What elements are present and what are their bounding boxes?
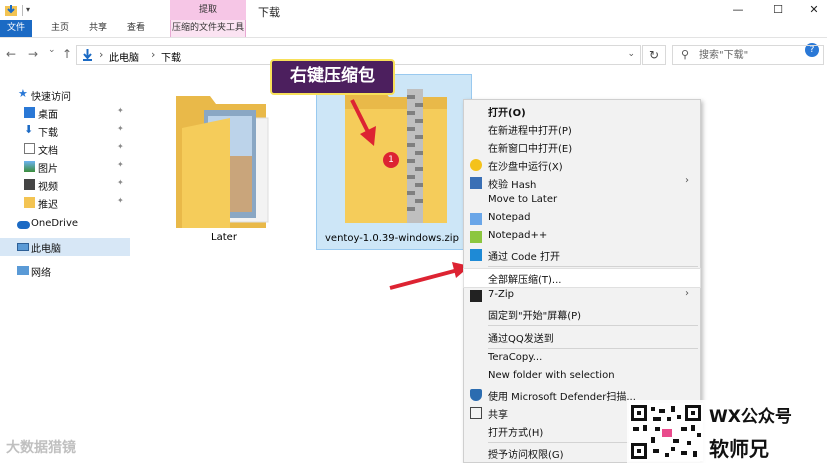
step-marker-1: 1 [383,152,399,168]
menu-separator [488,348,698,349]
menu-item-label: 打开方式(H) [488,428,544,439]
menu-item-label: 全部解压缩(T)... [488,275,562,286]
menu-item-hash[interactable]: 校验 Hash › [464,174,700,192]
menu-separator [488,266,698,267]
menu-item-label: 通过QQ发送到 [488,334,554,345]
menu-item-label: 校验 Hash [488,180,537,191]
menu-item-label: Move to Later [488,194,558,205]
menu-item-7zip[interactable]: 7-Zip › [464,287,700,305]
menu-item-label: New folder with selection [488,370,615,381]
menu-item-label: 通过 Code 打开 [488,252,560,263]
menu-item-label: TeraCopy... [488,352,543,363]
menu-item-open-with-code[interactable]: 通过 Code 打开 [464,246,700,264]
menu-separator [488,325,698,326]
menu-item-run-sandboxed[interactable]: 在沙盘中运行(X) [464,156,700,174]
menu-item-open[interactable]: 打开(O) [464,102,700,120]
notepad-icon [470,213,482,225]
menu-item-open-new-process[interactable]: 在新进程中打开(P) [464,120,700,138]
share-icon [470,407,482,419]
menu-item-notepad[interactable]: Notepad [464,210,700,228]
menu-item-label: Notepad [488,212,531,223]
menu-item-notepadpp[interactable]: Notepad++ [464,228,700,246]
menu-item-open-new-window[interactable]: 在新窗口中打开(E) [464,138,700,156]
menu-item-label: 在新窗口中打开(E) [488,144,573,155]
menu-item-extract-all[interactable]: 全部解压缩(T)... [463,268,701,288]
watermark-left: 大数据猎镜 [6,440,76,456]
menu-item-pin-to-start[interactable]: 固定到"开始"屏幕(P) [464,305,700,323]
menu-item-label: 授予访问权限(G) [488,450,564,461]
menu-item-label: 7-Zip [488,289,514,300]
submenu-chevron-icon: › [685,175,689,186]
vscode-icon [470,249,482,261]
notepadpp-icon [470,231,482,243]
watermark-account-label: WX公众号 [709,407,792,427]
menu-item-label: 在新进程中打开(P) [488,126,572,137]
annotation-arrows [350,99,470,290]
menu-item-label: 固定到"开始"屏幕(P) [488,311,582,322]
menu-item-label: 使用 Microsoft Defender扫描... [488,392,636,403]
menu-item-label: 打开(O) [488,108,526,119]
watermark-account-name: 软师兄 [709,437,769,461]
defender-icon [470,389,482,401]
menu-item-label: 共享 [488,410,508,421]
menu-item-new-folder-with-selection[interactable]: New folder with selection [464,368,700,386]
qr-code-icon [629,403,703,461]
submenu-chevron-icon: › [685,288,689,299]
menu-item-teracopy[interactable]: TeraCopy... [464,350,700,368]
menu-item-move-to-later[interactable]: Move to Later [464,192,700,210]
menu-item-send-via-qq[interactable]: 通过QQ发送到 [464,328,700,346]
watermark-right: WX公众号 软师兄 [627,400,827,463]
7zip-icon [470,290,482,302]
hash-icon [470,177,482,189]
menu-item-label: Notepad++ [488,230,548,241]
sandbox-icon [470,159,482,171]
menu-item-label: 在沙盘中运行(X) [488,162,563,173]
